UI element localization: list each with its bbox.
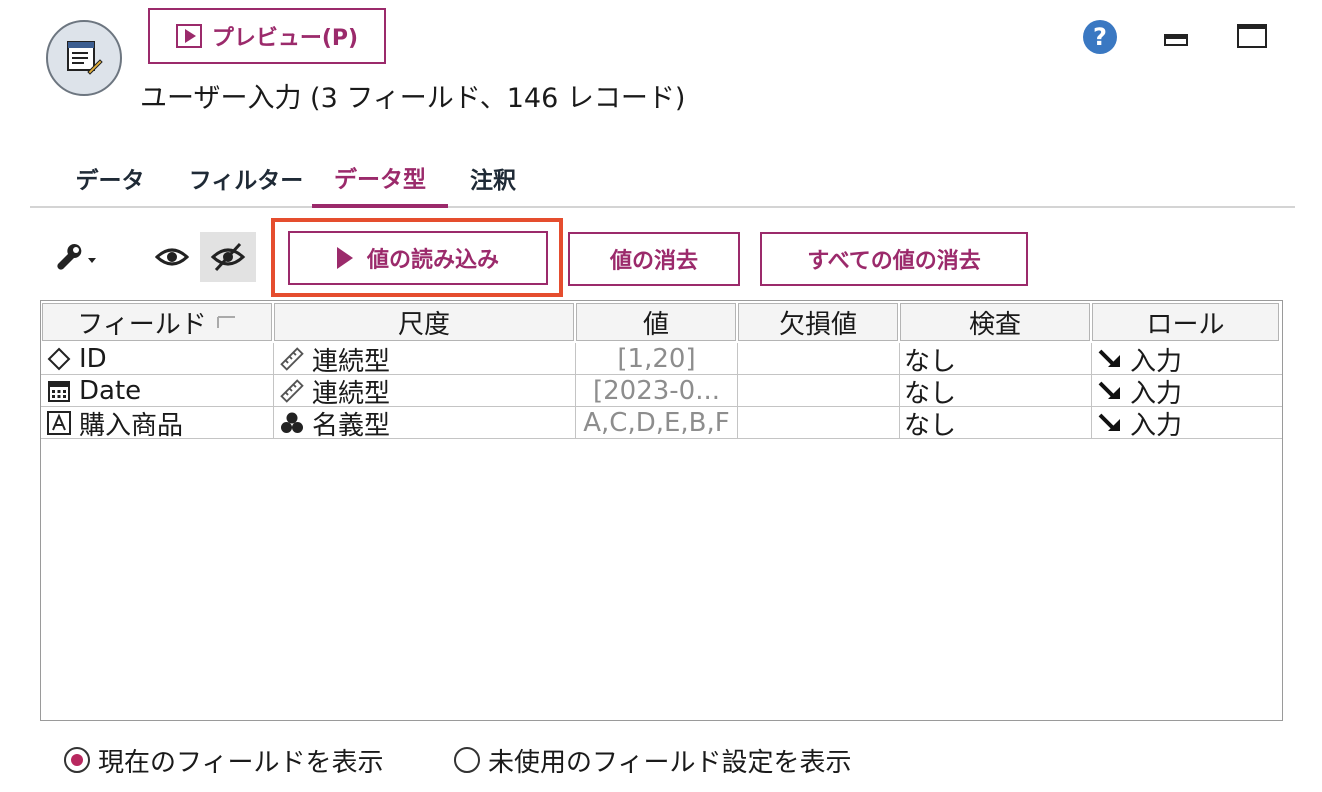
column-header-role[interactable]: ロール [1092,303,1279,341]
clear-all-values-button[interactable]: すべての値の消去 [760,232,1028,286]
table-row[interactable]: ID 連続型 [1,20] なし 入力 [41,343,1282,375]
check-cell[interactable]: なし [900,407,1092,439]
values-cell[interactable]: [2023-0... [576,375,738,407]
nominal-icon [280,411,304,435]
missing-cell[interactable] [738,407,900,439]
column-header-field[interactable]: フィールド [42,303,272,341]
show-current-label: 現在のフィールドを表示 [98,747,384,778]
measure-cell[interactable]: 連続型 [274,343,576,375]
role-cell[interactable]: 入力 [1092,407,1282,439]
show-fields-button[interactable] [144,232,200,282]
wrench-icon [57,244,96,270]
read-values-label: 値の読み込み [366,248,499,273]
ruler-icon [280,347,304,371]
field-name: ID [79,344,107,374]
role-cell[interactable]: 入力 [1092,343,1282,375]
visibility-toggle-group [144,232,256,282]
tab-bar: データ フィルター データ型 注釈 [30,150,1295,208]
preview-button-label: プレビュー(P) [211,26,359,51]
column-header-measure[interactable]: 尺度 [274,303,574,341]
read-values-button[interactable]: 値の読み込み [288,231,548,285]
user-input-node-icon [46,20,122,96]
clear-values-button[interactable]: 値の消去 [568,232,740,286]
column-header-check[interactable]: 検査 [900,303,1090,341]
measure-label: 名義型 [312,410,391,440]
show-current-fields-radio[interactable]: 現在のフィールドを表示 [64,740,383,780]
string-field-icon [47,411,71,435]
node-title: ユーザー入力 (3 フィールド、146 レコード) [140,83,686,114]
role-cell[interactable]: 入力 [1092,375,1282,407]
field-cell[interactable]: Date [41,375,274,407]
maximize-icon[interactable] [1237,24,1267,48]
radio-selected-icon [64,747,90,773]
role-label: 入力 [1130,378,1183,408]
eye-slash-icon [210,242,246,272]
values-cell[interactable]: A,C,D,E,B,F [576,407,738,439]
continuous-field-icon [47,347,71,371]
missing-cell[interactable] [738,343,900,375]
types-table: フィールド 尺度 値 欠損値 検査 ロール ID 連続型 [1,20] なし 入… [40,300,1283,721]
missing-cell[interactable] [738,375,900,407]
column-header-values[interactable]: 値 [576,303,736,341]
show-unused-fields-radio[interactable]: 未使用のフィールド設定を表示 [454,740,851,780]
role-label: 入力 [1130,346,1183,376]
eye-icon [155,248,189,266]
preview-play-icon [175,24,202,48]
table-row[interactable]: Date 連続型 [2023-0... なし 入力 [41,375,1282,407]
tab-filter[interactable]: フィルター [170,150,322,206]
input-arrow-icon [1098,347,1122,371]
field-name: Date [79,376,142,406]
table-row[interactable]: 購入商品 名義型 A,C,D,E,B,F なし 入力 [41,407,1282,439]
tab-types[interactable]: データ型 [312,150,448,208]
values-cell[interactable]: [1,20] [576,343,738,375]
column-header-label: フィールド [77,309,207,340]
sort-icon [216,316,235,328]
measure-label: 連続型 [312,378,391,408]
measure-cell[interactable]: 連続型 [274,375,576,407]
help-icon[interactable]: ? [1083,20,1117,54]
tab-data[interactable]: データ [50,150,170,206]
check-cell[interactable]: なし [900,375,1092,407]
column-header-missing[interactable]: 欠損値 [738,303,898,341]
input-arrow-icon [1098,411,1122,435]
minimize-icon[interactable] [1164,34,1188,46]
show-unused-label: 未使用のフィールド設定を表示 [488,747,852,778]
input-arrow-icon [1098,379,1122,403]
preview-button[interactable]: プレビュー(P) [148,8,386,64]
tools-dropdown-button[interactable] [52,242,102,274]
tab-annotations[interactable]: 注釈 [458,150,528,206]
ruler-icon [280,379,304,403]
field-name: 購入商品 [79,410,184,440]
hide-fields-button[interactable] [200,232,256,282]
check-cell[interactable]: なし [900,343,1092,375]
role-label: 入力 [1130,410,1183,440]
field-cell[interactable]: 購入商品 [41,407,274,439]
measure-cell[interactable]: 名義型 [274,407,576,439]
radio-unselected-icon [454,747,480,773]
field-cell[interactable]: ID [41,343,274,375]
measure-label: 連続型 [312,346,391,376]
calendar-icon [47,379,71,403]
play-icon [336,247,353,269]
